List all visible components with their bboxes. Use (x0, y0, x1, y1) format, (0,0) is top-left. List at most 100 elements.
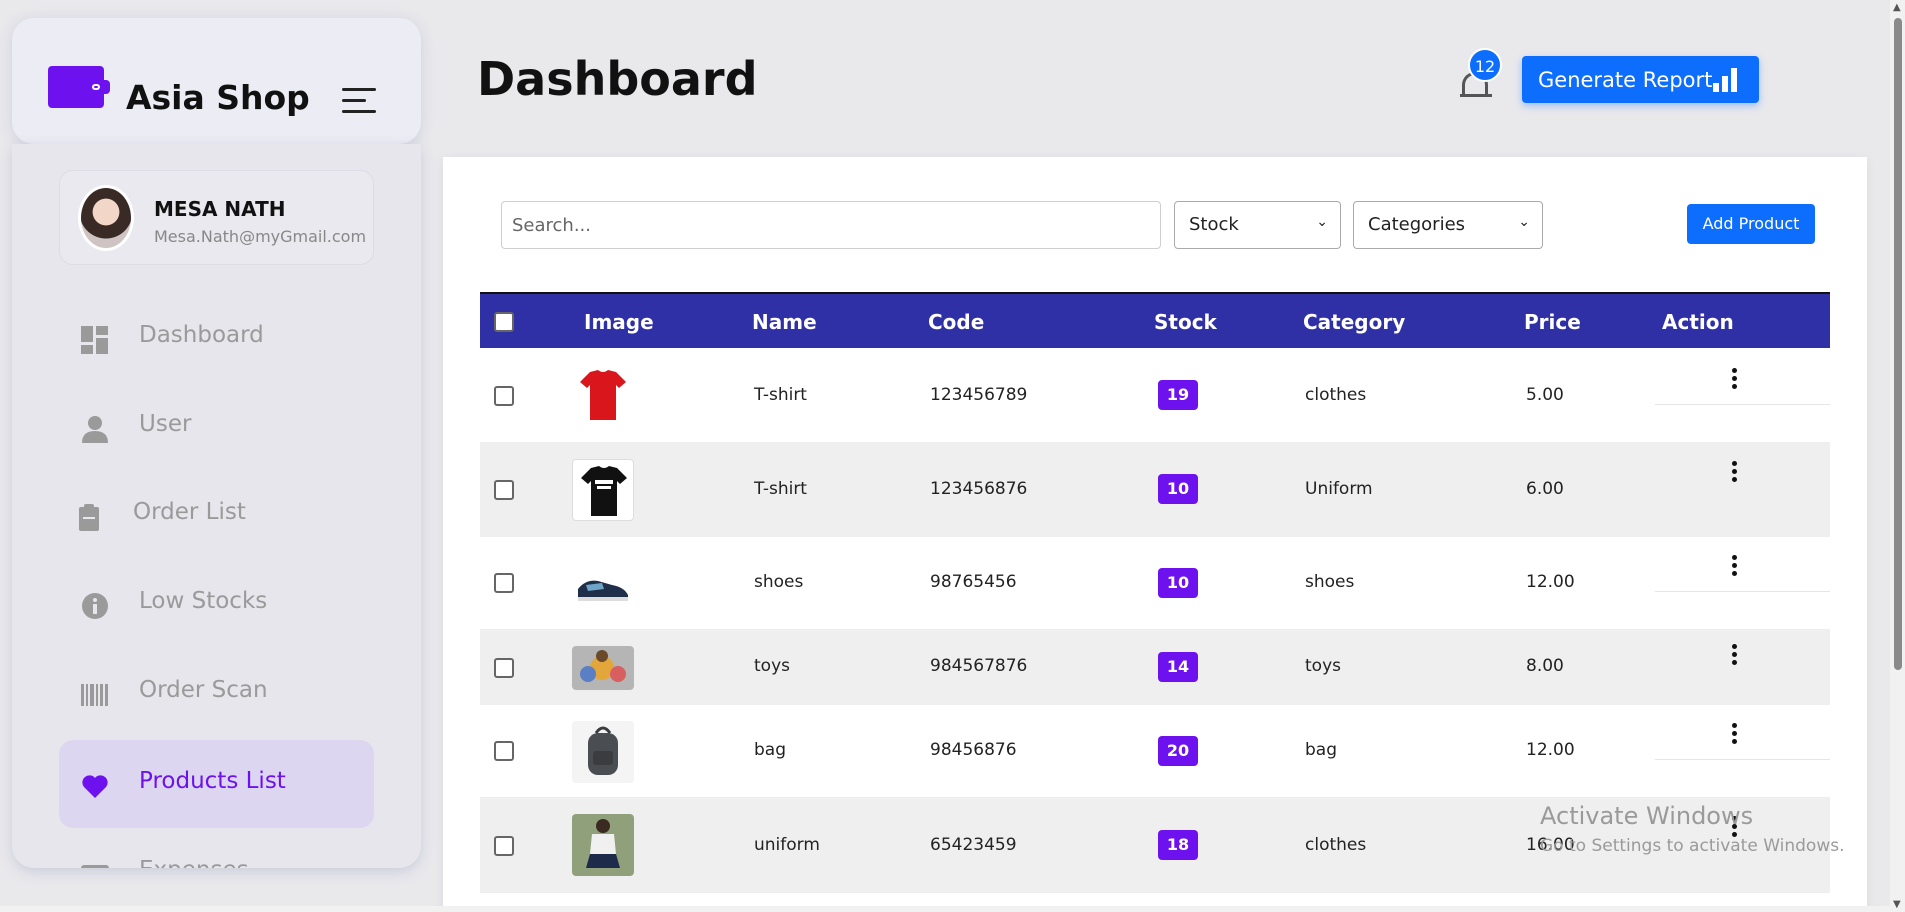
activate-windows-title: Activate Windows (1540, 802, 1754, 830)
product-name: shoes (754, 572, 804, 592)
sidebar: MESA NATH Mesa.Nath@myGmail.com Dashboar… (12, 144, 421, 868)
product-name: uniform (754, 835, 820, 855)
select-all-checkbox[interactable] (494, 312, 514, 332)
avatar (78, 185, 134, 251)
more-options-icon[interactable] (1732, 723, 1738, 744)
chevron-down-icon: ⌄ (1518, 214, 1530, 230)
scroll-up-icon[interactable]: ▲ (1893, 2, 1901, 13)
generate-report-button[interactable]: Generate Report (1522, 56, 1759, 103)
row-checkbox[interactable] (494, 480, 514, 500)
info-icon (81, 592, 109, 620)
product-name: bag (754, 740, 786, 760)
product-code: 123456876 (930, 479, 1028, 499)
wallet-icon (48, 66, 110, 108)
table-row: toys 984567876 14 toys 8.00 (480, 630, 1830, 705)
product-image (572, 364, 634, 426)
dashboard-icon (81, 326, 109, 354)
categories-select[interactable]: Categories ⌄ (1353, 201, 1543, 249)
bar-chart-icon (1713, 68, 1737, 92)
chevron-down-icon: ⌄ (1316, 214, 1328, 230)
add-product-button[interactable]: Add Product (1687, 204, 1815, 244)
stock-badge: 18 (1158, 830, 1198, 860)
divider (1655, 404, 1830, 405)
sidebar-item-products-list[interactable]: Products List (59, 740, 374, 828)
categories-select-value: Categories (1368, 214, 1466, 235)
product-code: 65423459 (930, 835, 1017, 855)
clipboard-icon (75, 503, 103, 531)
menu-toggle-icon[interactable] (342, 88, 376, 116)
more-options-icon[interactable] (1732, 368, 1738, 389)
product-image (572, 721, 634, 783)
profile-name: MESA NATH (154, 197, 286, 221)
product-code: 984567876 (930, 656, 1028, 676)
table-header: Image Name Code Stock Category Price Act… (480, 292, 1830, 348)
product-category: Uniform (1305, 479, 1373, 499)
sidebar-item-low-stocks[interactable]: Low Stocks (59, 560, 374, 648)
product-name: T-shirt (754, 385, 807, 405)
sidebar-item-order-scan[interactable]: Order Scan (59, 649, 374, 737)
sidebar-item-label: Expenses (139, 857, 249, 868)
product-category: clothes (1305, 385, 1367, 405)
search-input[interactable] (501, 201, 1161, 249)
sidebar-item-dashboard[interactable]: Dashboard (59, 294, 374, 382)
column-header-name: Name (752, 310, 817, 334)
product-code: 98765456 (930, 572, 1017, 592)
sidebar-item-label: Order Scan (139, 677, 268, 703)
product-image (572, 459, 634, 521)
barcode-icon (81, 681, 109, 709)
product-category: shoes (1305, 572, 1355, 592)
row-checkbox[interactable] (494, 658, 514, 678)
table-row: T-shirt 123456789 19 clothes 5.00 (480, 348, 1830, 443)
product-price: 12.00 (1526, 572, 1575, 592)
stock-select[interactable]: Stock ⌄ (1174, 201, 1341, 249)
stock-badge: 19 (1158, 380, 1198, 410)
product-code: 123456789 (930, 385, 1028, 405)
sidebar-item-order-list[interactable]: Order List (59, 471, 374, 559)
product-category: bag (1305, 740, 1337, 760)
row-checkbox[interactable] (494, 836, 514, 856)
stock-badge: 10 (1158, 568, 1198, 598)
product-category: toys (1305, 656, 1341, 676)
sidebar-item-label: Products List (139, 768, 286, 794)
row-checkbox[interactable] (494, 573, 514, 593)
more-options-icon[interactable] (1732, 461, 1738, 482)
table-row: shoes 98765456 10 shoes 12.00 (480, 537, 1830, 630)
product-price: 5.00 (1526, 385, 1564, 405)
row-checkbox[interactable] (494, 386, 514, 406)
stock-select-value: Stock (1189, 214, 1239, 235)
column-header-code: Code (928, 310, 985, 334)
sidebar-item-user[interactable]: User (59, 383, 374, 471)
product-name: T-shirt (754, 479, 807, 499)
product-price: 12.00 (1526, 740, 1575, 760)
scrollbar-thumb[interactable] (1894, 18, 1902, 670)
product-image (572, 553, 634, 615)
activate-windows-subtitle: Go to Settings to activate Windows. (1540, 836, 1845, 856)
stock-badge: 14 (1158, 652, 1198, 682)
divider (1655, 759, 1830, 760)
product-name: toys (754, 656, 790, 676)
scroll-down-icon[interactable]: ▼ (1893, 899, 1901, 910)
horizontal-scroll-strip (0, 906, 1890, 912)
heart-icon (81, 772, 109, 800)
column-header-action: Action (1662, 310, 1734, 334)
profile-email: Mesa.Nath@myGmail.com (154, 227, 367, 246)
table-row: bag 98456876 20 bag 12.00 (480, 705, 1830, 798)
user-icon (81, 415, 109, 443)
sidebar-item-label: Dashboard (139, 322, 264, 348)
sidebar-item-label: User (139, 411, 192, 437)
product-code: 98456876 (930, 740, 1017, 760)
row-checkbox[interactable] (494, 741, 514, 761)
table-row: T-shirt 123456876 10 Uniform 6.00 (480, 443, 1830, 537)
generate-report-label: Generate Report (1538, 68, 1713, 92)
wallet-icon (81, 861, 109, 868)
brand-name: Asia Shop (126, 78, 310, 117)
column-header-category: Category (1303, 310, 1406, 334)
sidebar-item-expenses[interactable]: Expenses (59, 829, 374, 868)
products-card: Stock ⌄ Categories ⌄ Add Product Image N… (443, 157, 1867, 912)
profile-card[interactable]: MESA NATH Mesa.Nath@myGmail.com (59, 170, 374, 265)
more-options-icon[interactable] (1732, 555, 1738, 576)
vertical-scrollbar[interactable]: ▲ ▼ (1890, 0, 1905, 912)
notification-badge[interactable]: 12 (1468, 48, 1502, 82)
stock-badge: 20 (1158, 736, 1198, 766)
more-options-icon[interactable] (1732, 644, 1738, 665)
